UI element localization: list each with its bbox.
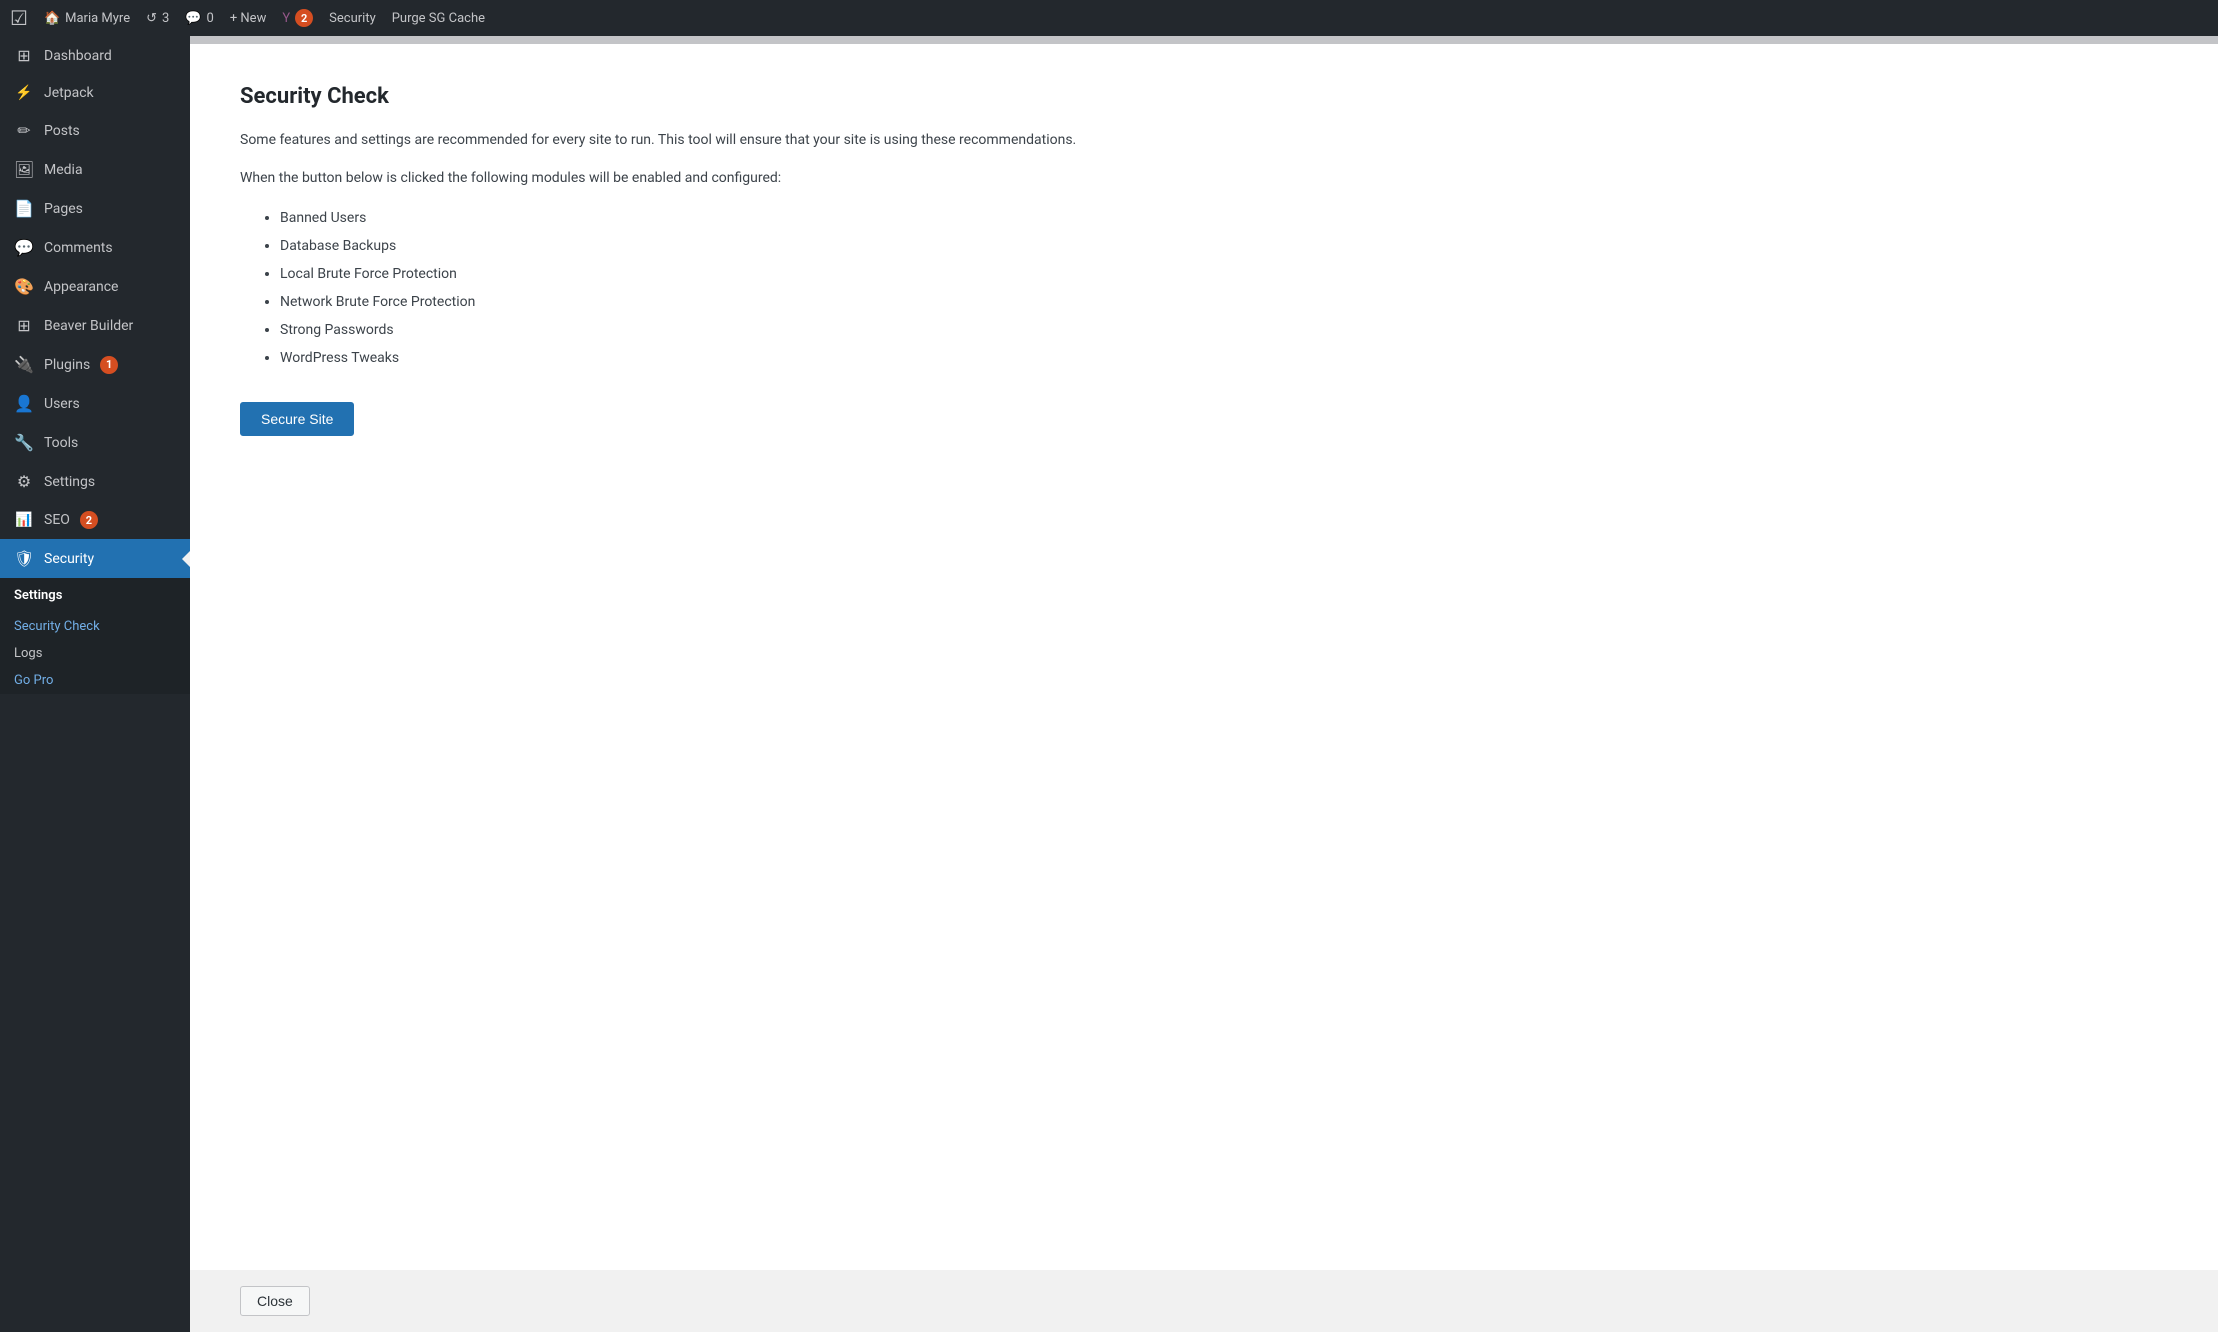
layout: ⊞ Dashboard ⚡ Jetpack ✏ Posts 🖼 Media 📄 … <box>0 36 2218 1332</box>
comments-item[interactable]: 💬 0 <box>185 11 214 26</box>
comments-sidebar-icon: 💬 <box>14 238 34 257</box>
yoast-icon: Y <box>282 11 290 26</box>
security-submenu: Settings Security Check Logs Go Pro <box>0 578 190 694</box>
settings-icon: ⚙ <box>14 472 34 491</box>
sidebar-item-beaver-builder[interactable]: ⊞ Beaver Builder <box>0 306 190 345</box>
plugins-icon: 🔌 <box>14 355 34 374</box>
sidebar-item-settings[interactable]: ⚙ Settings <box>0 462 190 501</box>
sidebar-item-media[interactable]: 🖼 Media <box>0 150 190 189</box>
sidebar-item-comments[interactable]: 💬 Comments <box>0 228 190 267</box>
sidebar-item-security[interactable]: 🛡 Security <box>0 539 190 578</box>
bottom-bar: Close <box>190 1270 2218 1332</box>
sidebar-item-seo[interactable]: 📊 SEO 2 <box>0 501 190 539</box>
submenu-gopro[interactable]: Go Pro <box>0 667 190 694</box>
security-description: Some features and settings are recommend… <box>240 129 1140 151</box>
comments-icon: 💬 <box>185 11 201 26</box>
list-item: Network Brute Force Protection <box>280 288 2168 316</box>
home-icon: 🏠 <box>44 11 60 26</box>
list-item: Database Backups <box>280 232 2168 260</box>
modules-list: Banned Users Database Backups Local Brut… <box>240 204 2168 372</box>
submenu-item-security-check[interactable]: Security Check <box>0 613 190 640</box>
beaver-builder-icon: ⊞ <box>14 316 34 335</box>
sidebar-item-plugins[interactable]: 🔌 Plugins 1 <box>0 345 190 384</box>
sidebar-item-dashboard[interactable]: ⊞ Dashboard <box>0 36 190 75</box>
submenu-item-logs[interactable]: Logs <box>0 640 190 667</box>
purge-cache-item[interactable]: Purge SG Cache <box>392 11 485 26</box>
updates-icon: ↺ <box>146 11 157 26</box>
updates-item[interactable]: ↺ 3 <box>146 11 169 26</box>
sidebar-item-posts[interactable]: ✏ Posts <box>0 111 190 150</box>
yoast-badge: 2 <box>295 9 313 27</box>
page-title: Security Check <box>240 84 2168 109</box>
list-item: Banned Users <box>280 204 2168 232</box>
list-item: Strong Passwords <box>280 316 2168 344</box>
sidebar-item-tools[interactable]: 🔧 Tools <box>0 423 190 462</box>
sidebar-active-arrow <box>182 551 190 567</box>
close-button[interactable]: Close <box>240 1286 310 1316</box>
sidebar-item-pages[interactable]: 📄 Pages <box>0 189 190 228</box>
sidebar-item-jetpack[interactable]: ⚡ Jetpack <box>0 75 190 111</box>
pages-icon: 📄 <box>14 199 34 218</box>
appearance-icon: 🎨 <box>14 277 34 296</box>
content-panel: Security Check Some features and setting… <box>190 44 2218 1270</box>
main-content: Security Check Some features and setting… <box>190 36 2218 1332</box>
jetpack-icon: ⚡ <box>14 85 34 101</box>
security-icon: 🛡 <box>14 549 34 568</box>
list-item: WordPress Tweaks <box>280 344 2168 372</box>
seo-icon: 📊 <box>14 512 34 528</box>
list-item: Local Brute Force Protection <box>280 260 2168 288</box>
security-nav-item[interactable]: Security <box>329 11 376 26</box>
modules-intro: When the button below is clicked the fol… <box>240 167 2168 189</box>
secure-site-button[interactable]: Secure Site <box>240 402 354 436</box>
site-name[interactable]: 🏠 Maria Myre <box>44 11 130 26</box>
yoast-item[interactable]: Y 2 <box>282 9 313 27</box>
tools-icon: 🔧 <box>14 433 34 452</box>
admin-bar: ☑ 🏠 Maria Myre ↺ 3 💬 0 + New Y 2 Securit… <box>0 0 2218 36</box>
sidebar-item-appearance[interactable]: 🎨 Appearance <box>0 267 190 306</box>
seo-badge: 2 <box>80 511 98 529</box>
top-separator <box>190 36 2218 44</box>
users-icon: 👤 <box>14 394 34 413</box>
submenu-header: Settings <box>0 578 190 613</box>
wp-logo[interactable]: ☑ <box>10 6 28 30</box>
dashboard-icon: ⊞ <box>14 46 34 65</box>
media-icon: 🖼 <box>14 160 34 179</box>
new-item[interactable]: + New <box>230 11 267 26</box>
posts-icon: ✏ <box>14 121 34 140</box>
sidebar: ⊞ Dashboard ⚡ Jetpack ✏ Posts 🖼 Media 📄 … <box>0 36 190 1332</box>
sidebar-item-users[interactable]: 👤 Users <box>0 384 190 423</box>
plugins-badge: 1 <box>100 356 118 374</box>
